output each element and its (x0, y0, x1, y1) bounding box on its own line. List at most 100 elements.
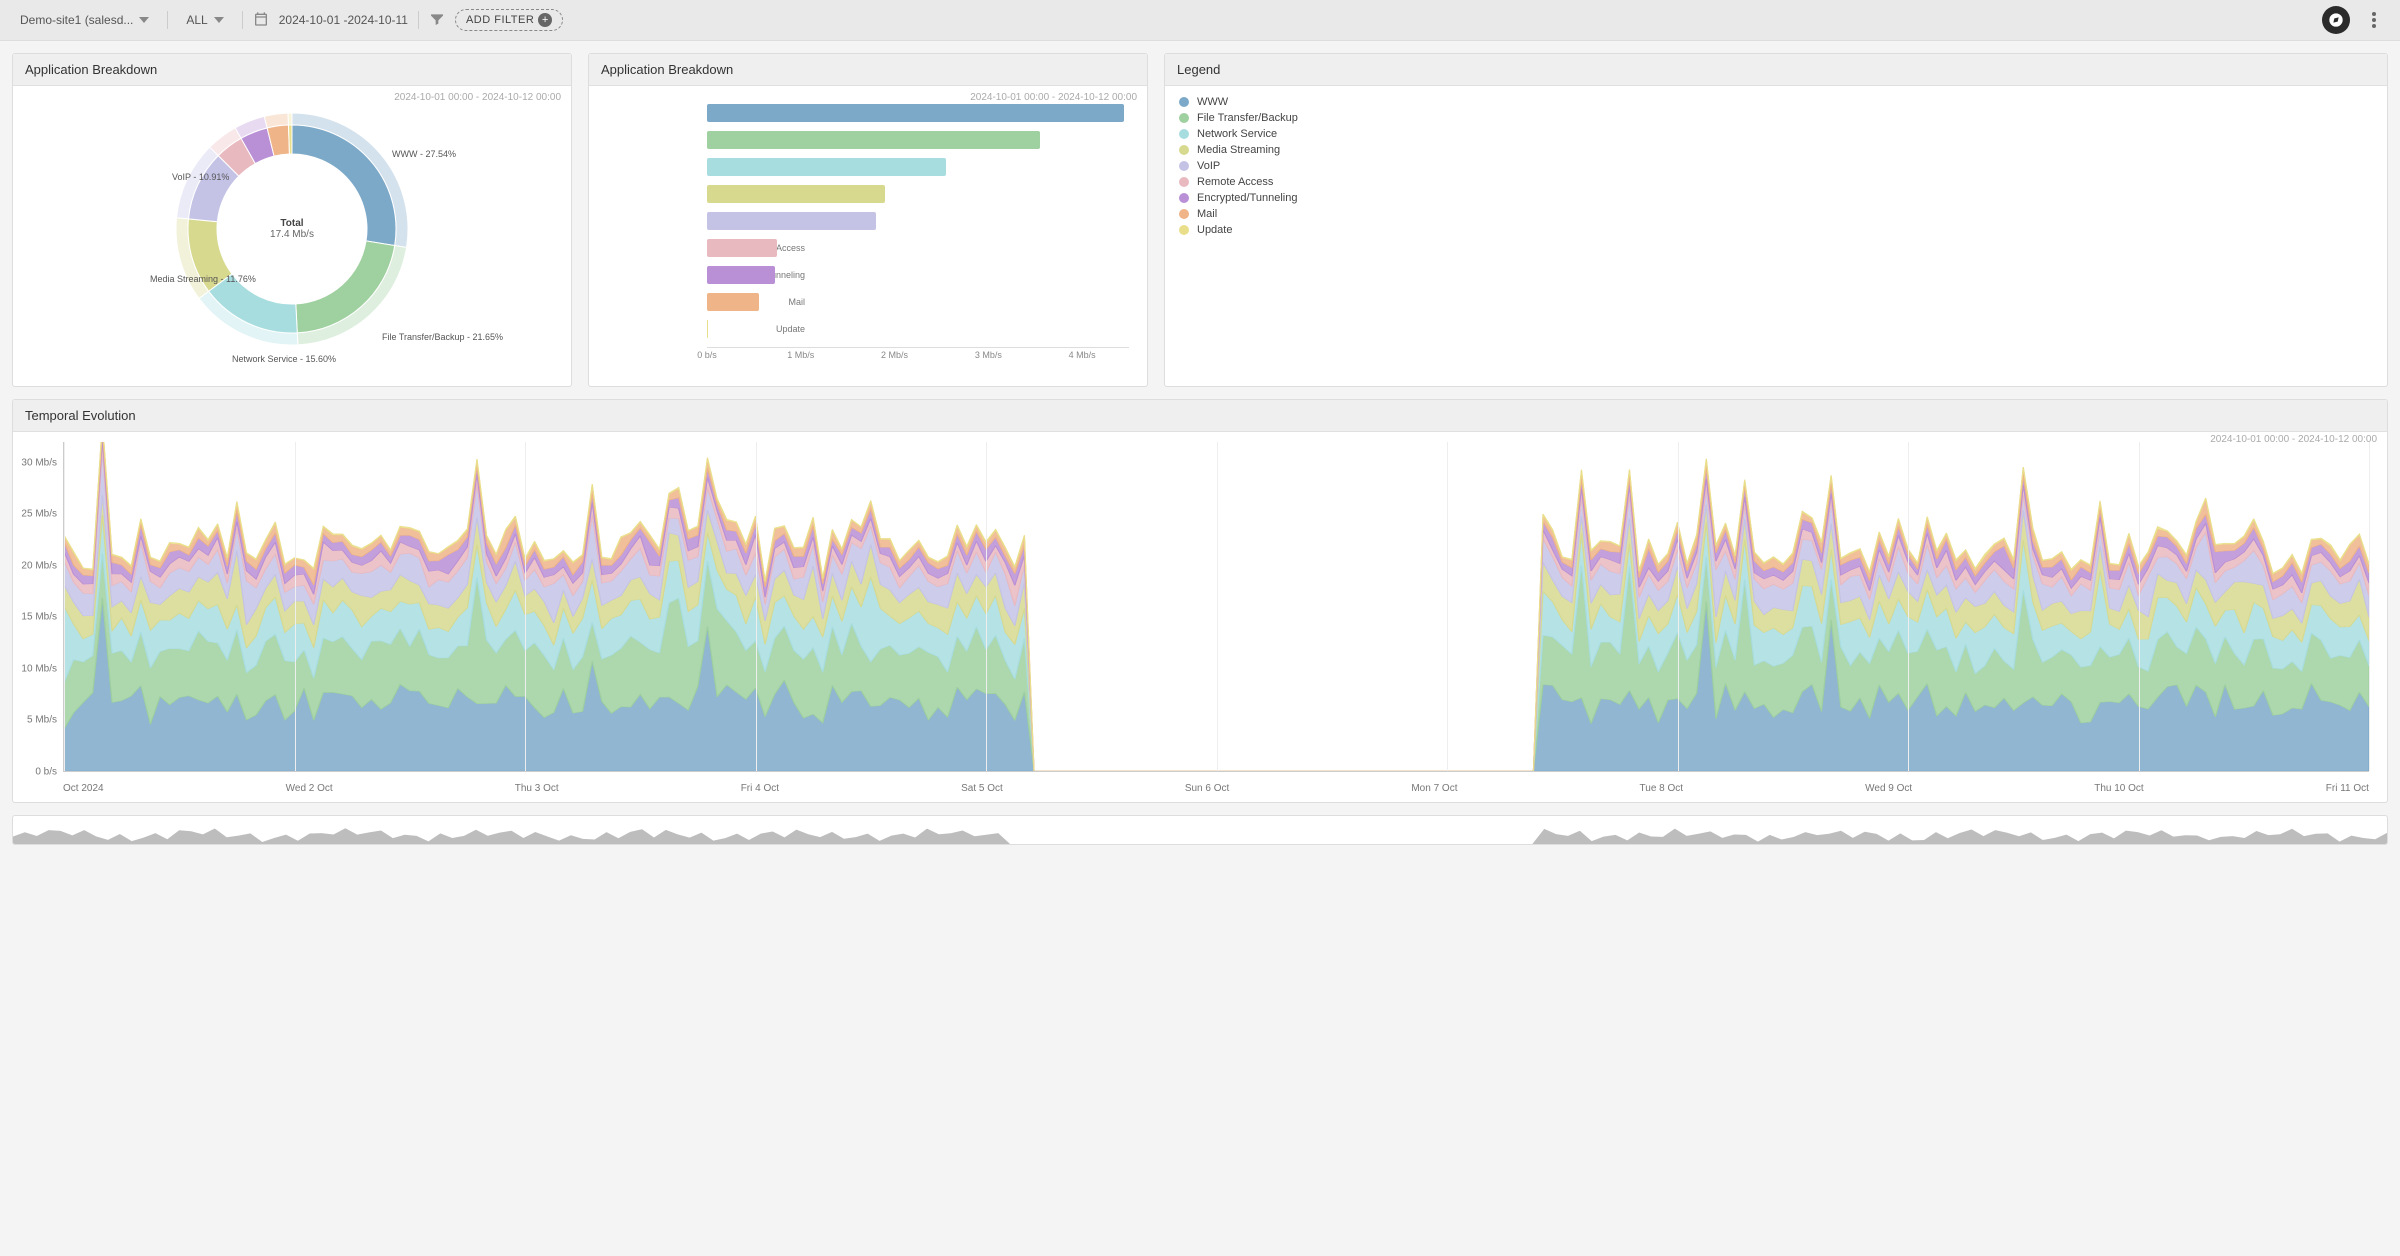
bar-row[interactable]: Remote Access (707, 236, 1129, 260)
donut-slice-label: Network Service - 15.60% (232, 354, 336, 364)
xtick: Sat 5 Oct (961, 783, 1003, 794)
legend-item[interactable]: VoIP (1179, 158, 2373, 174)
temporal-chart[interactable]: 2024-10-01 00:00 - 2024-10-12 00:00 0 b/… (13, 432, 2387, 802)
site-dropdown[interactable]: Demo-site1 (salesd... (12, 9, 157, 31)
bar-fill (707, 185, 885, 203)
all-dropdown-label: ALL (186, 13, 207, 27)
xtick: Oct 2024 (63, 783, 104, 794)
dashboard-row-1: Application Breakdown 2024-10-01 00:00 -… (0, 41, 2400, 399)
chevron-down-icon (214, 15, 224, 25)
panel-app-breakdown-donut: Application Breakdown 2024-10-01 00:00 -… (12, 53, 572, 387)
separator (167, 11, 168, 29)
bar-row[interactable]: Media Streaming (707, 182, 1129, 206)
legend-item[interactable]: Remote Access (1179, 174, 2373, 190)
xtick: Thu 10 Oct (2094, 783, 2143, 794)
all-dropdown[interactable]: ALL (178, 9, 231, 31)
panel-title: Temporal Evolution (13, 400, 2387, 432)
bar-row[interactable]: Network Service (707, 155, 1129, 179)
xtick: Thu 3 Oct (515, 783, 559, 794)
top-toolbar: Demo-site1 (salesd... ALL 2024-10-01 -20… (0, 0, 2400, 41)
ytick: 5 Mb/s (27, 715, 57, 726)
ytick: 10 Mb/s (21, 663, 57, 674)
dashboard-row-2: Temporal Evolution 2024-10-01 00:00 - 20… (0, 399, 2400, 815)
site-dropdown-label: Demo-site1 (salesd... (20, 13, 133, 27)
add-filter-button[interactable]: ADD FILTER + (455, 9, 563, 31)
legend-label: Encrypted/Tunneling (1197, 192, 1298, 204)
legend-item[interactable]: Network Service (1179, 126, 2373, 142)
legend-label: VoIP (1197, 160, 1220, 172)
legend-label: Network Service (1197, 128, 1277, 140)
legend-swatch (1179, 193, 1189, 203)
separator (418, 11, 419, 29)
bar-fill (707, 158, 946, 176)
legend-item[interactable]: WWW (1179, 94, 2373, 110)
legend-item[interactable]: Update (1179, 222, 2373, 238)
bar-row[interactable]: Mail (707, 290, 1129, 314)
legend-label: Mail (1197, 208, 1217, 220)
bar-fill (707, 104, 1124, 122)
bar-xtick: 2 Mb/s (881, 350, 908, 360)
panel-title: Application Breakdown (589, 54, 1147, 86)
donut-slice-label: Media Streaming - 11.76% (150, 274, 256, 284)
bar-fill (707, 131, 1040, 149)
legend-label: WWW (1197, 96, 1228, 108)
panel-app-breakdown-bar: Application Breakdown 2024-10-01 00:00 -… (588, 53, 1148, 387)
kebab-menu[interactable] (2360, 6, 2388, 34)
bar-fill (707, 266, 775, 284)
legend-swatch (1179, 129, 1189, 139)
legend-swatch (1179, 209, 1189, 219)
bar-chart[interactable]: WWW File Transfer/Backup Network Service Me… (597, 94, 1139, 374)
xtick: Fri 4 Oct (741, 783, 779, 794)
filter-icon[interactable] (429, 11, 445, 30)
temporal-xaxis: Oct 2024 Wed 2 Oct Thu 3 Oct Fri 4 Oct Sat 5… (63, 783, 2369, 794)
legend-item[interactable]: Mail (1179, 206, 2373, 222)
plus-icon: + (538, 13, 552, 27)
ytick: 30 Mb/s (21, 457, 57, 468)
bar-fill (707, 212, 876, 230)
legend-swatch (1179, 161, 1189, 171)
temporal-plot-area (63, 442, 2369, 772)
bar-row[interactable]: WWW (707, 101, 1129, 125)
legend-list: WWW File Transfer/Backup Network Service Me… (1165, 86, 2387, 246)
bar-xtick: 0 b/s (697, 350, 717, 360)
legend-swatch (1179, 113, 1189, 123)
xtick: Mon 7 Oct (1411, 783, 1457, 794)
bar-row[interactable]: Encrypted/Tunneling (707, 263, 1129, 287)
xtick: Fri 11 Oct (2326, 783, 2369, 794)
donut-center: Total 17.4 Mb/s (270, 218, 314, 240)
temporal-yaxis: 0 b/s5 Mb/s10 Mb/s15 Mb/s20 Mb/s25 Mb/s3… (13, 442, 61, 772)
xtick: Wed 2 Oct (286, 783, 333, 794)
bar-xtick: 1 Mb/s (787, 350, 814, 360)
chevron-down-icon (139, 15, 149, 25)
legend-item[interactable]: Encrypted/Tunneling (1179, 190, 2373, 206)
panel-time-brush[interactable] (12, 815, 2388, 845)
legend-label: Media Streaming (1197, 144, 1280, 156)
date-range[interactable]: 2024-10-01 -2024-10-11 (279, 13, 408, 27)
bar-xaxis: 0 b/s1 Mb/s2 Mb/s3 Mb/s4 Mb/s (707, 347, 1129, 363)
date-range-label: 2024-10-01 -2024-10-11 (279, 13, 408, 27)
ytick: 20 Mb/s (21, 560, 57, 571)
donut-slice-label: File Transfer/Backup - 21.65% (382, 332, 503, 342)
bar-row[interactable]: File Transfer/Backup (707, 128, 1129, 152)
bar-fill (707, 293, 759, 311)
legend-swatch (1179, 177, 1189, 187)
legend-item[interactable]: File Transfer/Backup (1179, 110, 2373, 126)
bar-xtick: 3 Mb/s (975, 350, 1002, 360)
donut-chart[interactable]: Total 17.4 Mb/s WWW - 27.54%File Transfe… (132, 94, 452, 364)
add-filter-label: ADD FILTER (466, 14, 534, 26)
bar-row[interactable]: Update (707, 317, 1129, 341)
explore-button[interactable] (2322, 6, 2350, 34)
xtick: Tue 8 Oct (1640, 783, 1684, 794)
bar-row[interactable]: VoIP (707, 209, 1129, 233)
donut-center-value: 17.4 Mb/s (270, 229, 314, 240)
bar-xtick: 4 Mb/s (1069, 350, 1096, 360)
calendar-icon[interactable] (253, 11, 269, 30)
donut-slice-label: WWW - 27.54% (392, 149, 456, 159)
legend-item[interactable]: Media Streaming (1179, 142, 2373, 158)
xtick: Wed 9 Oct (1865, 783, 1912, 794)
legend-swatch (1179, 225, 1189, 235)
legend-label: Update (1197, 224, 1232, 236)
panel-title: Legend (1165, 54, 2387, 86)
dashboard-row-3 (0, 815, 2400, 857)
panel-title: Application Breakdown (13, 54, 571, 86)
